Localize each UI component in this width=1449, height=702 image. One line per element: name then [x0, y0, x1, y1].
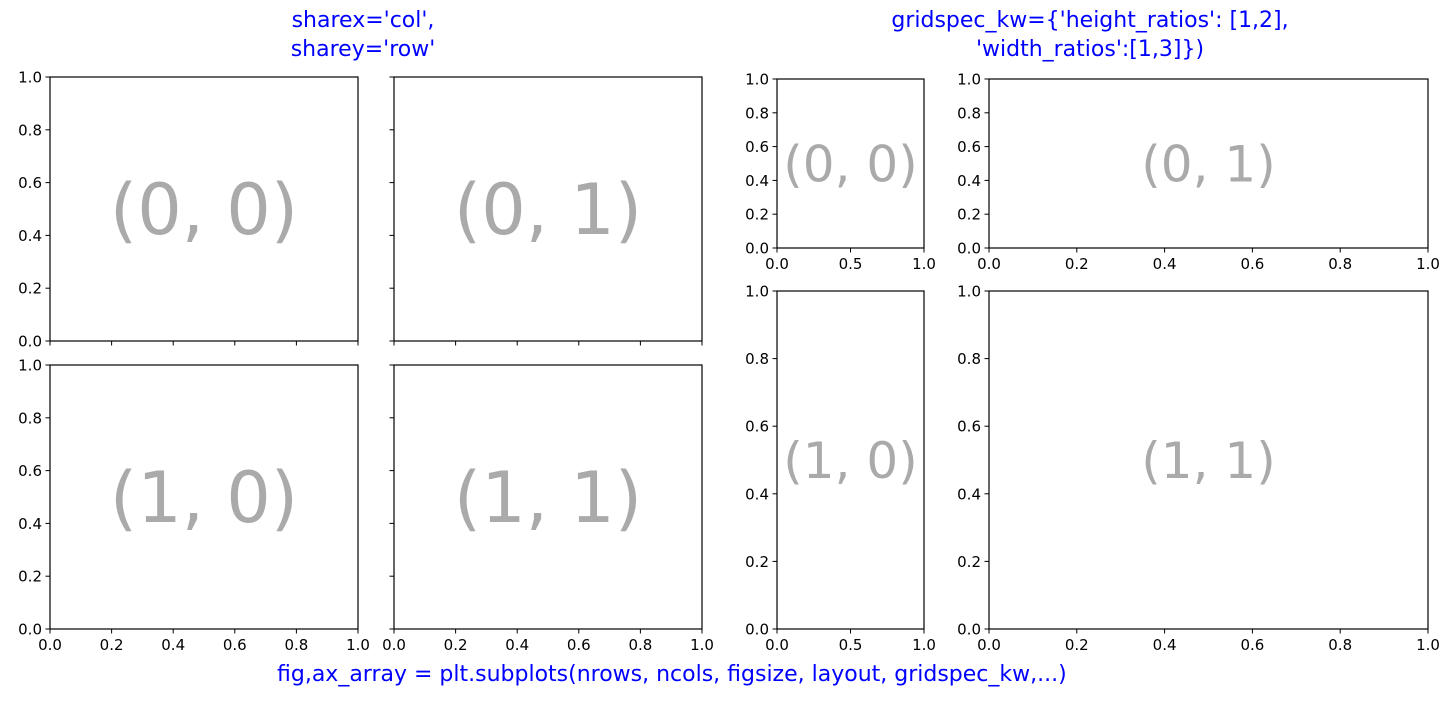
x-tick-label: 0.4: [1153, 636, 1177, 654]
y-tick-label: 0.4: [957, 485, 981, 503]
subplot-index-label: (0, 0): [110, 169, 298, 251]
y-tick-label: 1.0: [18, 69, 42, 87]
y-tick-label: 0.0: [18, 333, 42, 351]
x-tick-label: 0.8: [1328, 255, 1352, 273]
x-tick-label: 0.5: [839, 255, 863, 273]
subplot-index-label: (1, 1): [1141, 432, 1275, 490]
y-tick-label: 0.6: [957, 418, 981, 436]
subplots-figure: 0.00.20.40.60.81.0(0, 0) (0, 1)0.00.20.40…: [18, 69, 1440, 655]
subplot-left-1-0: 0.00.20.40.60.81.00.0 0.2 0.4 0.6 0.8 1.0(1, …: [18, 357, 370, 655]
y-tick-label: 1.0: [957, 283, 981, 301]
y-tick-label: 1.0: [18, 357, 42, 375]
subplot-left-1-1: 0.0 0.2 0.4 0.6 0.8 1.0 (1, 1): [382, 364, 714, 654]
y-tick-label: 0.8: [957, 350, 981, 368]
y-tick-label: 0.2: [957, 553, 981, 571]
y-tick-label: 0.6: [745, 138, 769, 156]
x-tick-label: 0.4: [1153, 255, 1177, 273]
y-tick-label: 1.0: [957, 71, 981, 89]
x-tick-label: 0.6: [223, 636, 247, 654]
subplot-index-label: (1, 0): [110, 457, 298, 539]
x-tick-label: 1.0: [1416, 255, 1440, 273]
subplot-index-label: (0, 1): [1141, 136, 1275, 194]
y-tick-label: 0.4: [957, 172, 981, 190]
y-tick-label: 0.8: [745, 104, 769, 122]
y-tick-label: 0.8: [745, 350, 769, 368]
y-tick-label: 0.2: [745, 206, 769, 224]
x-tick-label: 0.4: [161, 636, 185, 654]
x-tick-label: 0.6: [1240, 255, 1264, 273]
x-tick-label: 1.0: [912, 255, 936, 273]
x-tick-label: 1.0: [690, 636, 714, 654]
y-tick-label: 1.0: [745, 283, 769, 301]
x-tick-label: 0.0: [382, 636, 406, 654]
y-tick-label: 0.2: [745, 553, 769, 571]
y-tick-label: 1.0: [745, 71, 769, 89]
subplot-index-label: (0, 1): [454, 169, 642, 251]
x-tick-label: 0.6: [567, 636, 591, 654]
x-tick-label: 0.0: [765, 255, 789, 273]
x-tick-label: 1.0: [346, 636, 370, 654]
subplot-right-0-0: 0.00.20.40.60.81.00.0 0.5 1.0(0, 0): [745, 71, 936, 274]
y-tick-label: 0.6: [18, 174, 42, 192]
y-tick-label: 0.6: [957, 138, 981, 156]
y-tick-label: 0.8: [18, 121, 42, 139]
y-tick-label: 0.8: [957, 104, 981, 122]
x-tick-label: 0.0: [765, 636, 789, 654]
x-tick-label: 1.0: [1416, 636, 1440, 654]
subplot-index-label: (1, 0): [783, 432, 917, 490]
subplot-right-1-1: 0.00.20.40.60.81.00.0 0.2 0.4 0.6 0.8 1.0(1, …: [957, 283, 1440, 655]
subplot-right-1-0: 0.00.20.40.60.81.00.0 0.5 1.0(1, 0): [745, 283, 936, 655]
y-tick-label: 0.2: [957, 206, 981, 224]
x-tick-label: 0.2: [100, 636, 124, 654]
x-tick-label: 0.5: [839, 636, 863, 654]
x-tick-label: 0.2: [444, 636, 468, 654]
x-tick-label: 0.0: [38, 636, 62, 654]
y-tick-label: 0.4: [18, 227, 42, 245]
x-tick-label: 1.0: [912, 636, 936, 654]
subplot-index-label: (0, 0): [783, 136, 917, 194]
x-tick-label: 0.4: [505, 636, 529, 654]
y-tick-label: 0.6: [18, 462, 42, 480]
y-tick-label: 0.4: [18, 515, 42, 533]
subplot-left-0-1: (0, 1): [389, 76, 703, 346]
y-tick-label: 0.8: [18, 409, 42, 427]
subplot-index-label: (1, 1): [454, 457, 642, 539]
y-tick-label: 0.2: [18, 280, 42, 298]
x-tick-label: 0.0: [977, 255, 1001, 273]
y-tick-label: 0.4: [745, 172, 769, 190]
x-tick-label: 0.2: [1065, 636, 1089, 654]
x-tick-label: 0.2: [1065, 255, 1089, 273]
x-tick-label: 0.8: [284, 636, 308, 654]
x-tick-label: 0.6: [1240, 636, 1264, 654]
subplot-left-0-0: 0.0 0.2 0.4 0.6 0.8 1.0 (0, 0): [18, 69, 359, 351]
x-tick-label: 0.8: [1328, 636, 1352, 654]
figure-suptitle: fig,ax_array = plt.subplots(nrows, ncols…: [277, 662, 1067, 687]
y-tick-label: 0.2: [18, 568, 42, 586]
y-tick-label: 0.4: [745, 485, 769, 503]
subplot-right-0-1: 0.00.20.40.60.81.00.0 0.2 0.4 0.6 0.8 1.0(0, …: [957, 71, 1440, 274]
x-tick-label: 0.0: [977, 636, 1001, 654]
y-tick-label: 0.6: [745, 418, 769, 436]
x-tick-label: 0.8: [628, 636, 652, 654]
